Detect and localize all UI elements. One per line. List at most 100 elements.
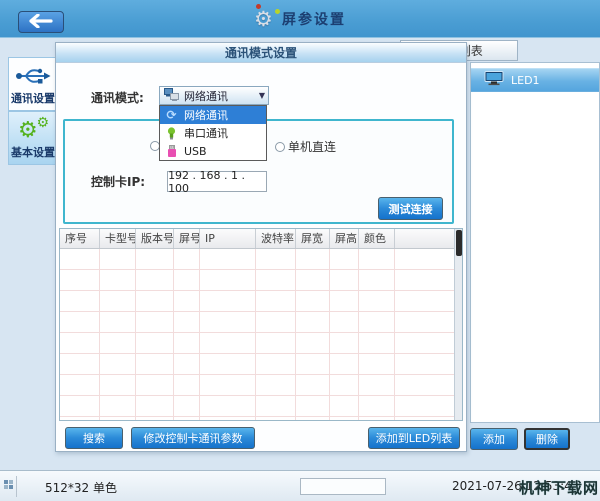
dropdown-option-network[interactable]: ⟳ 网络通讯 [160,106,266,124]
table-cell [296,291,330,311]
table-cell [200,354,256,374]
table-cell [60,312,100,332]
table-cell [174,333,200,353]
screen: ⚙ 屏参设置 LED列表 LED1 通讯设置 ⚙⚙ 基本设置 [0,0,600,501]
table-cell [200,249,256,269]
table-cell [256,375,296,395]
table-row[interactable] [60,270,462,291]
column-header[interactable]: 序号 [60,229,100,248]
app-title: 屏参设置 [282,9,346,29]
grid-icon [4,480,14,490]
radio-standalone-label: 单机直连 [288,138,336,155]
table-cell [359,333,395,353]
table-row[interactable] [60,354,462,375]
modify-card-params-button[interactable]: 修改控制卡通讯参数 [131,427,255,449]
table-cell [174,291,200,311]
column-header[interactable]: 屏高 [330,229,359,248]
table-cell [200,396,256,416]
table-cell [296,270,330,290]
add-button[interactable]: 添加 [470,428,518,450]
table-cell [256,396,296,416]
table-cell [359,354,395,374]
table-cell [256,270,296,290]
table-row[interactable] [60,312,462,333]
ip-input[interactable]: 192 . 168 . 1 . 100 [167,171,267,192]
table-cell [200,291,256,311]
table-row[interactable] [60,333,462,354]
sidebar-item-label: 通讯设置 [11,90,55,106]
table-cell-filler [395,312,462,332]
table-cell [60,270,100,290]
table-row[interactable] [60,417,462,421]
table-cell [136,249,174,269]
table-cell [174,375,200,395]
table-cell [256,333,296,353]
table-cell-filler [395,249,462,269]
column-header[interactable]: IP [200,229,256,248]
column-header[interactable]: 颜色 [359,229,395,248]
comm-mode-dialog: 通讯模式设置 通讯模式: 网络通讯 ▼ 单机直连 控制卡IP: 192 . 16… [55,42,467,452]
table-row[interactable] [60,291,462,312]
column-header[interactable]: 屏宽 [296,229,330,248]
table-cell [60,333,100,353]
column-header[interactable]: 版本号 [136,229,174,248]
table-cell [256,291,296,311]
led-item-label: LED1 [511,74,540,87]
usb-icon [165,145,178,158]
table-cell [330,270,359,290]
table-cell [359,312,395,332]
column-header[interactable]: 波特率 [256,229,296,248]
dropdown-option-label: 网络通讯 [184,107,228,123]
table-cell [100,417,136,421]
table-cell [256,312,296,332]
dialog-title: 通讯模式设置 [56,43,466,63]
table-cell [100,249,136,269]
table-cell [330,417,359,421]
table-cell [136,354,174,374]
table-cell [100,375,136,395]
table-cell [296,312,330,332]
table-cell [60,354,100,374]
table-cell [174,249,200,269]
table-cell [256,354,296,374]
test-connection-button[interactable]: 测试连接 [378,197,443,220]
table-cell [200,375,256,395]
column-header[interactable]: 卡型号 [100,229,136,248]
network-computers-icon [164,88,179,104]
table-row[interactable] [60,396,462,417]
add-to-led-list-button[interactable]: 添加到LED列表 [368,427,460,449]
table-scrollbar[interactable] [454,229,462,420]
status-progress-box [300,478,386,495]
table-cell [60,375,100,395]
column-header[interactable]: 屏号 [174,229,200,248]
scrollbar-thumb[interactable] [456,230,462,256]
comm-mode-dropdown[interactable]: 网络通讯 ▼ [159,86,269,105]
table-cell [174,417,200,421]
table-cell-filler [395,354,462,374]
dropdown-option-usb[interactable]: USB [160,142,266,160]
table-cell [174,270,200,290]
table-row[interactable] [60,249,462,270]
search-button[interactable]: 搜索 [65,427,123,449]
table-cell [256,417,296,421]
led-list-item[interactable]: LED1 [471,68,599,92]
sidebar-item-comm-settings[interactable]: 通讯设置 [8,57,58,111]
table-cell [174,312,200,332]
delete-button[interactable]: 删除 [524,428,570,450]
table-cell [60,291,100,311]
table-cell [200,333,256,353]
table-body [60,249,462,421]
table-cell [200,312,256,332]
sync-icon: ⟳ [165,109,178,121]
table-cell-filler [395,417,462,421]
resolution-status: 512*32 单色 [45,479,117,496]
serial-plug-icon [165,127,178,140]
radio-standalone[interactable]: 单机直连 [275,138,336,155]
table-cell-filler [395,333,462,353]
column-header-filler [395,229,462,248]
table-row[interactable] [60,375,462,396]
dropdown-option-label: USB [184,145,207,158]
dropdown-option-serial[interactable]: 串口通讯 [160,124,266,142]
table-cell [330,249,359,269]
sidebar-item-basic-settings[interactable]: ⚙⚙ 基本设置 [8,111,58,165]
